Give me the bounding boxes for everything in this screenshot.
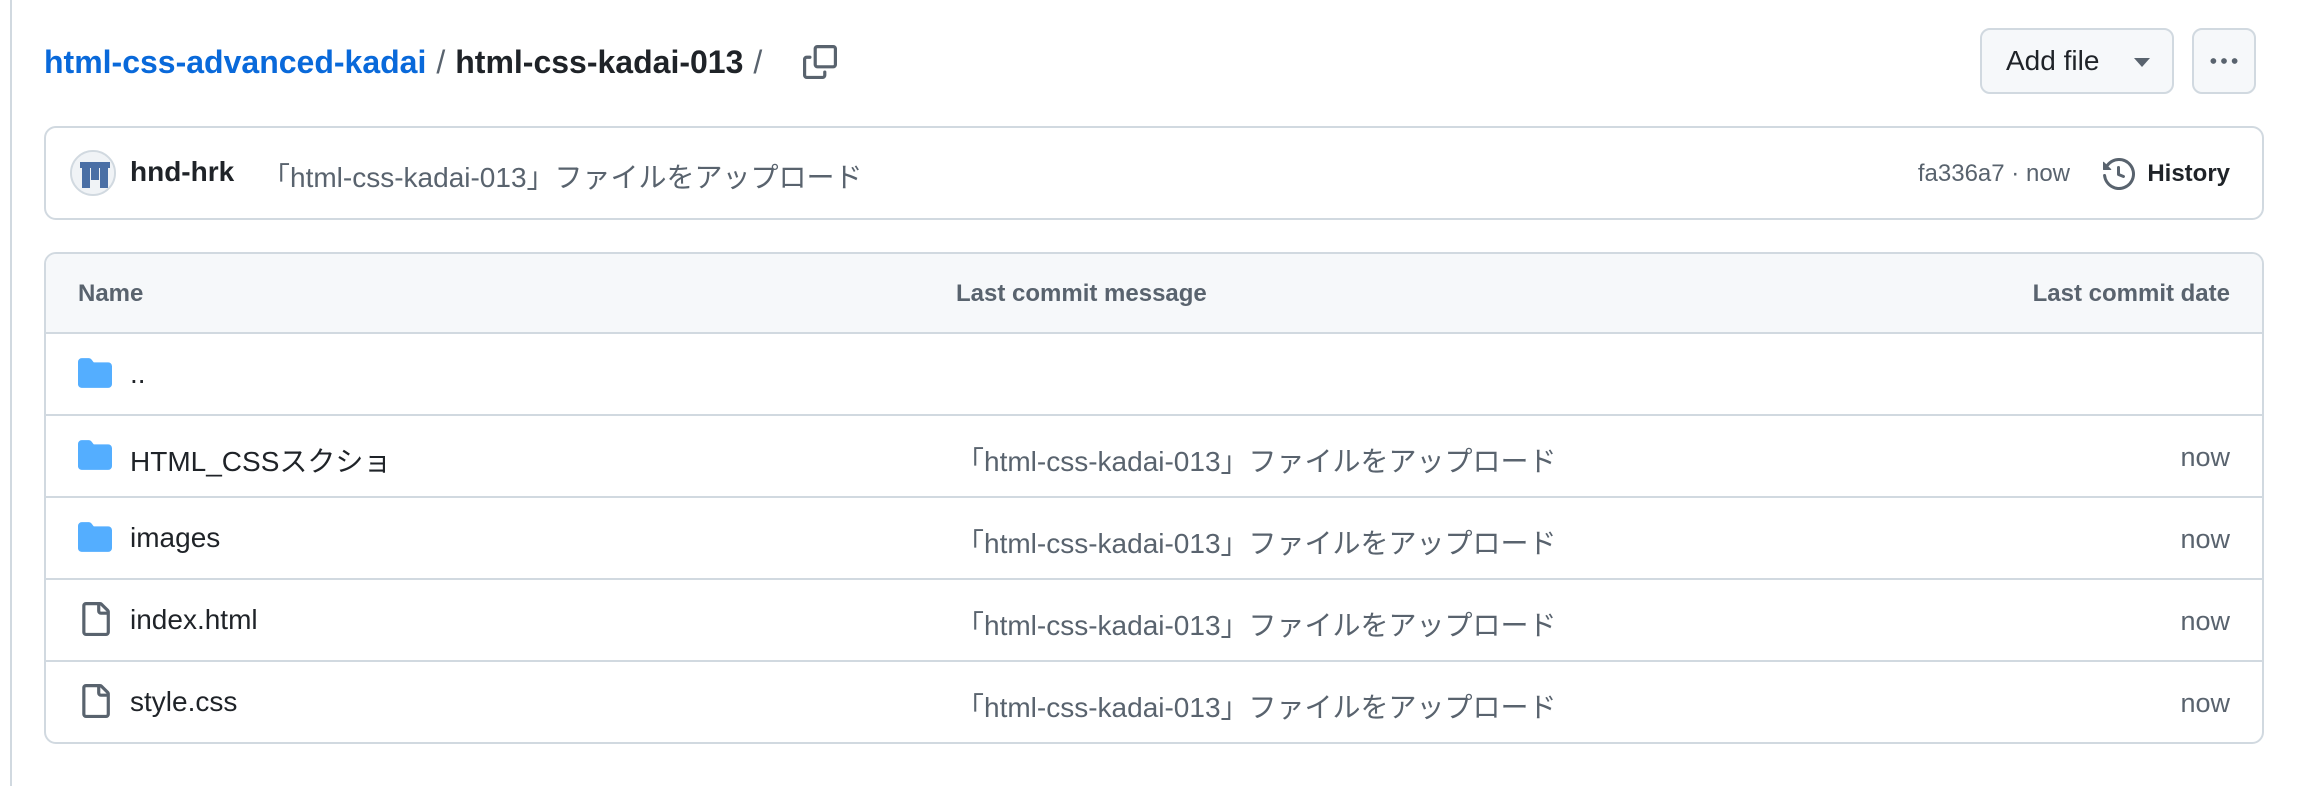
column-header-name: Name bbox=[78, 280, 144, 307]
breadcrumb-repo-link[interactable]: html-css-advanced-kadai bbox=[44, 44, 426, 81]
file-name-link[interactable]: images bbox=[130, 522, 220, 554]
commit-time: now bbox=[2025, 160, 2070, 187]
commit-sha-link[interactable]: fa336a7 bbox=[1918, 160, 2005, 187]
commit-date: now bbox=[2180, 442, 2230, 472]
folder-icon bbox=[78, 520, 112, 554]
history-icon bbox=[2103, 158, 2136, 190]
column-header-date: Last commit date bbox=[2032, 280, 2230, 307]
file-table: Name Last commit message Last commit dat… bbox=[44, 252, 2264, 744]
commit-message-link[interactable]: 「html-css-kadai-013」ファイルをアップロード bbox=[262, 156, 863, 196]
kebab-horizontal-icon bbox=[2210, 58, 2238, 64]
table-row[interactable]: style.css 「html-css-kadai-013」ファイルをアップロー… bbox=[46, 662, 2262, 742]
commit-author-link[interactable]: hnd-hrk bbox=[130, 156, 234, 188]
commit-date: now bbox=[2180, 524, 2230, 554]
commit-meta-separator: · bbox=[2011, 160, 2020, 187]
column-header-message: Last commit message bbox=[956, 280, 1207, 307]
breadcrumb-separator: / bbox=[436, 43, 446, 80]
path-header: html-css-advanced-kadai / html-css-kadai… bbox=[44, 28, 2264, 96]
page: html-css-advanced-kadai / html-css-kadai… bbox=[10, 0, 2290, 786]
commit-date: now bbox=[2180, 606, 2230, 636]
commit-message-link[interactable]: 「html-css-kadai-013」ファイルをアップロード bbox=[956, 440, 1557, 480]
commit-meta: fa336a7 · now bbox=[1918, 160, 2070, 188]
avatar[interactable] bbox=[70, 150, 116, 196]
history-label: History bbox=[2147, 160, 2230, 187]
commit-message-link[interactable]: 「html-css-kadai-013」ファイルをアップロード bbox=[956, 604, 1557, 644]
table-row[interactable]: images 「html-css-kadai-013」ファイルをアップロード n… bbox=[46, 498, 2262, 580]
more-options-button[interactable] bbox=[2192, 28, 2256, 94]
table-header: Name Last commit message Last commit dat… bbox=[46, 254, 2262, 334]
breadcrumb: html-css-advanced-kadai / html-css-kadai… bbox=[44, 38, 844, 86]
file-name-link[interactable]: HTML_CSSスクショ bbox=[130, 440, 391, 480]
parent-directory-link[interactable]: .. bbox=[130, 358, 146, 390]
table-row[interactable]: index.html 「html-css-kadai-013」ファイルをアップロ… bbox=[46, 580, 2262, 662]
commit-message-link[interactable]: 「html-css-kadai-013」ファイルをアップロード bbox=[956, 522, 1557, 562]
folder-icon bbox=[78, 438, 112, 472]
file-icon bbox=[78, 684, 112, 718]
add-file-button[interactable]: Add file bbox=[1980, 28, 2174, 94]
breadcrumb-trailing-separator: / bbox=[753, 43, 763, 80]
breadcrumb-current-dir: html-css-kadai-013 bbox=[455, 43, 744, 80]
folder-icon bbox=[78, 356, 112, 390]
copy-path-button[interactable] bbox=[796, 38, 844, 86]
copy-icon bbox=[803, 45, 838, 79]
commit-message-link[interactable]: 「html-css-kadai-013」ファイルをアップロード bbox=[956, 686, 1557, 726]
file-name-link[interactable]: style.css bbox=[130, 686, 237, 718]
identicon-icon bbox=[72, 152, 114, 194]
table-row[interactable]: HTML_CSSスクショ 「html-css-kadai-013」ファイルをアッ… bbox=[46, 416, 2262, 498]
add-file-label: Add file bbox=[2006, 45, 2100, 76]
caret-down-icon bbox=[2134, 58, 2150, 67]
parent-directory-row[interactable]: .. bbox=[46, 334, 2262, 416]
repo-file-browser: html-css-advanced-kadai / html-css-kadai… bbox=[44, 0, 2264, 786]
history-button[interactable]: History bbox=[2103, 148, 2230, 200]
file-name-link[interactable]: index.html bbox=[130, 604, 258, 636]
file-icon bbox=[78, 602, 112, 636]
latest-commit-bar: hnd-hrk 「html-css-kadai-013」ファイルをアップロード … bbox=[44, 126, 2264, 220]
commit-date: now bbox=[2180, 688, 2230, 718]
